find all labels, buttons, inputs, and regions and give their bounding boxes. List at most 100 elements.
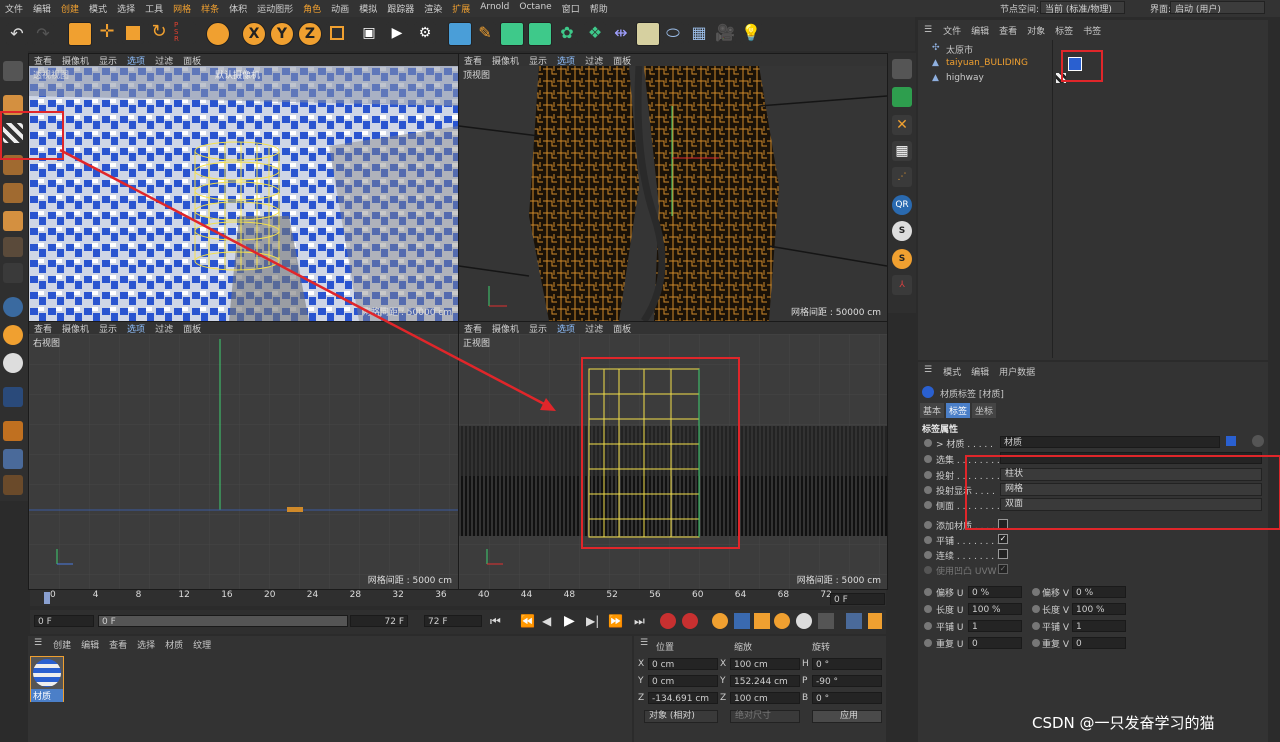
undo-button[interactable]: ↶ xyxy=(6,23,28,45)
vp-menu-options[interactable]: 选项 xyxy=(552,54,580,67)
render-view-icon[interactable]: ▣ xyxy=(358,22,380,44)
coord-field[interactable]: 0 ° xyxy=(812,658,882,670)
next-key-icon[interactable]: ⏩ xyxy=(608,614,623,628)
tile-radio[interactable] xyxy=(924,536,932,544)
select-tool-icon[interactable] xyxy=(68,22,92,46)
pen-spline-icon[interactable]: ✎ xyxy=(474,22,496,44)
tab-tag[interactable]: 标签 xyxy=(946,403,971,418)
uv-radio[interactable] xyxy=(924,588,932,596)
vp-menu-display[interactable]: 显示 xyxy=(524,322,552,335)
uv-radio[interactable] xyxy=(1032,622,1040,630)
menu-item[interactable]: 角色 xyxy=(298,2,326,15)
om-menu-file[interactable]: 文件 xyxy=(938,24,966,37)
object-name[interactable]: highway xyxy=(946,73,984,83)
vp-menu-display[interactable]: 显示 xyxy=(94,54,122,67)
rotate-tool-icon[interactable]: ↻ xyxy=(148,22,170,44)
mat-menu-select[interactable]: 选择 xyxy=(132,638,160,651)
recent-tool-icon[interactable] xyxy=(206,22,230,46)
vp-menu-panel[interactable]: 面板 xyxy=(178,54,206,67)
uv-field[interactable]: 1 xyxy=(968,620,1022,632)
menu-item[interactable]: 模拟 xyxy=(354,2,382,15)
axis-tool-icon[interactable]: ⅄ xyxy=(892,275,912,295)
vp-menu-camera[interactable]: 摄像机 xyxy=(487,54,524,67)
material-radio[interactable] xyxy=(924,439,932,447)
coord-mode-dropdown[interactable]: 对象 (相对) xyxy=(644,710,718,723)
hamburger-icon[interactable]: ☰ xyxy=(918,25,938,35)
key-param-icon[interactable] xyxy=(796,613,812,629)
material-swatch-icon[interactable] xyxy=(1226,436,1236,446)
mograph-icon[interactable]: ❖ xyxy=(584,22,606,44)
redo-button[interactable]: ↷ xyxy=(32,23,54,45)
menu-item[interactable]: 创建 xyxy=(56,2,84,15)
grid-tool-icon[interactable]: ▦ xyxy=(892,141,912,161)
menu-item[interactable]: 渲染 xyxy=(419,2,447,15)
tab-basic[interactable]: 基本 xyxy=(920,403,945,418)
cube-object-icon[interactable] xyxy=(448,22,472,46)
vp-menu-view[interactable]: 查看 xyxy=(459,322,487,335)
snap-s-icon-3[interactable] xyxy=(3,353,23,373)
bump-uvw-radio[interactable] xyxy=(924,566,932,574)
range-end-field[interactable]: 72 F xyxy=(350,615,408,627)
coord-field[interactable]: -90 ° xyxy=(812,675,882,687)
record-icon[interactable] xyxy=(660,613,676,629)
uv-field[interactable]: 100 % xyxy=(1072,603,1126,615)
attr-menu-userdata[interactable]: 用户数据 xyxy=(994,365,1040,378)
menu-item[interactable]: 窗口 xyxy=(557,2,585,15)
menu-item[interactable]: 编辑 xyxy=(28,2,56,15)
coord-field[interactable]: 152.244 cm xyxy=(730,675,800,687)
magnet-icon[interactable] xyxy=(3,387,23,407)
vp-menu-options[interactable]: 选项 xyxy=(552,322,580,335)
coord-field[interactable]: 0 cm xyxy=(648,658,718,670)
vp-menu-options[interactable]: 选项 xyxy=(122,322,150,335)
vp-menu-display[interactable]: 显示 xyxy=(524,54,552,67)
vp-menu-panel[interactable]: 面板 xyxy=(178,322,206,335)
x-axis-lock-icon[interactable]: X xyxy=(242,22,266,46)
polygon-mode-icon[interactable] xyxy=(3,211,23,231)
light-icon[interactable]: 💡 xyxy=(740,22,762,44)
material-swatch[interactable]: 材质 xyxy=(30,656,64,702)
menu-item[interactable]: 动画 xyxy=(326,2,354,15)
s-plugin-icon-2[interactable]: S xyxy=(892,249,912,269)
snap-s-icon-1[interactable] xyxy=(3,297,23,317)
seamless-radio[interactable] xyxy=(924,551,932,559)
workplane-icon[interactable] xyxy=(3,421,23,441)
floor-icon[interactable]: ▦ xyxy=(688,22,710,44)
vp-menu-camera[interactable]: 摄像机 xyxy=(487,322,524,335)
menu-item[interactable]: 运动图形 xyxy=(252,2,298,15)
subdivision-icon[interactable] xyxy=(500,22,524,46)
key-rotation-icon[interactable] xyxy=(774,613,790,629)
cloner-icon[interactable]: ✿ xyxy=(556,22,578,44)
om-menu-object[interactable]: 对象 xyxy=(1022,24,1050,37)
mat-menu-texture[interactable]: 纹理 xyxy=(188,638,216,651)
vp-menu-view[interactable]: 查看 xyxy=(29,322,57,335)
uv-field[interactable]: 0 xyxy=(1072,637,1126,649)
uv-field[interactable]: 0 % xyxy=(1072,586,1126,598)
mat-menu-create[interactable]: 创建 xyxy=(48,638,76,651)
key-pla-icon[interactable] xyxy=(818,613,834,629)
key-scale-icon[interactable] xyxy=(754,613,770,629)
projection-radio[interactable] xyxy=(924,471,932,479)
coord-field[interactable]: 0 cm xyxy=(648,675,718,687)
menu-item[interactable]: 帮助 xyxy=(585,2,613,15)
prev-frame-icon[interactable]: ◀ xyxy=(542,614,551,628)
move-tool-icon[interactable]: ✛ xyxy=(96,22,118,44)
vp-menu-filter[interactable]: 过滤 xyxy=(150,54,178,67)
edge-mode-icon[interactable] xyxy=(3,183,23,203)
coord-field[interactable]: -134.691 cm xyxy=(648,692,718,704)
y-axis-lock-icon[interactable]: Y xyxy=(270,22,294,46)
start-frame-field[interactable]: 0 F xyxy=(34,615,94,627)
uv-radio[interactable] xyxy=(924,639,932,647)
lock-workplane-icon[interactable] xyxy=(3,475,23,495)
menu-item[interactable]: 扩展 xyxy=(447,2,475,15)
vp-menu-camera[interactable]: 摄像机 xyxy=(57,54,94,67)
menu-item[interactable]: 跟踪器 xyxy=(382,2,419,15)
current-frame-field[interactable]: 0 F xyxy=(830,593,885,605)
vp-menu-filter[interactable]: 过滤 xyxy=(580,54,608,67)
selection-radio[interactable] xyxy=(924,455,932,463)
menu-item[interactable]: 体积 xyxy=(224,2,252,15)
sparkle-icon[interactable]: ⋰ xyxy=(892,167,912,187)
om-menu-view[interactable]: 查看 xyxy=(994,24,1022,37)
uv-mode-icon[interactable] xyxy=(3,237,23,257)
hamburger-icon[interactable]: ☰ xyxy=(918,365,938,378)
uv-field[interactable]: 100 % xyxy=(968,603,1022,615)
